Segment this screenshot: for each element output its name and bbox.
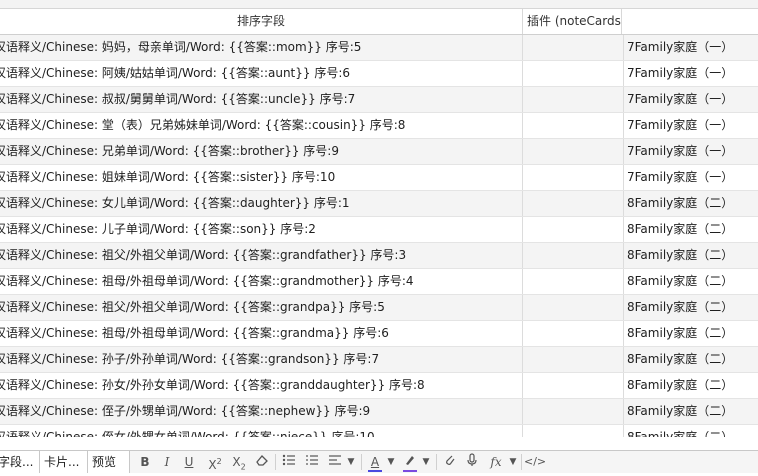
- table-row[interactable]: 汉语释义/Chinese: 祖母/外祖母单词/Word: {{答案::grand…: [0, 269, 758, 295]
- superscript-icon[interactable]: X2: [204, 453, 226, 472]
- deck-cell: 8Family家庭（二）: [627, 196, 734, 210]
- plugin-cell: [522, 295, 624, 320]
- table-row[interactable]: 汉语释义/Chinese: 阿姨/姑姑单词/Word: {{答案::aunt}}…: [0, 61, 758, 87]
- deck-cell: 8Family家庭（二）: [627, 222, 734, 236]
- table-row[interactable]: 汉语释义/Chinese: 堂（表）兄弟姊妹单词/Word: {{答案::cou…: [0, 113, 758, 139]
- sort-field-cell: 汉语释义/Chinese: 祖母/外祖母单词/Word: {{答案::grand…: [0, 326, 389, 340]
- deck-cell: 7Family家庭（一）: [627, 92, 734, 106]
- eraser-icon[interactable]: [252, 453, 272, 471]
- bold-icon[interactable]: B: [136, 453, 154, 471]
- sort-field-cell: 汉语释义/Chinese: 儿子单词/Word: {{答案::son}} 序号:…: [0, 222, 316, 236]
- text-color-icon[interactable]: A: [366, 453, 384, 471]
- sort-field-cell: 汉语释义/Chinese: 阿姨/姑姑单词/Word: {{答案::aunt}}…: [0, 66, 351, 80]
- deck-cell: 7Family家庭（一）: [627, 66, 734, 80]
- deck-cell: 8Family家庭（二）: [627, 300, 734, 314]
- plugin-cell: [522, 113, 624, 138]
- plugin-cell: [522, 165, 624, 190]
- chevron-down-icon[interactable]: ▼: [507, 453, 519, 471]
- code-icon[interactable]: </>: [524, 453, 546, 471]
- table-header: 排序字段 插件 (noteCards): [0, 9, 758, 35]
- editor-bottom-bar: 字段... 卡片... 预览 B I U X2 X2 ▼ A ▼ ▼ fx ▼ …: [0, 450, 758, 473]
- plugin-cell: [522, 35, 624, 60]
- chevron-down-icon[interactable]: ▼: [420, 453, 432, 471]
- plugin-cell: [522, 347, 624, 372]
- sort-field-cell: 汉语释义/Chinese: 堂（表）兄弟姊妹单词/Word: {{答案::cou…: [0, 118, 406, 132]
- deck-cell: 8Family家庭（二）: [627, 326, 734, 340]
- sort-field-cell: 汉语释义/Chinese: 祖母/外祖母单词/Word: {{答案::grand…: [0, 274, 414, 288]
- deck-cell: 8Family家庭（二）: [627, 430, 734, 437]
- table-row[interactable]: 汉语释义/Chinese: 孙女/外孙女单词/Word: {{答案::grand…: [0, 373, 758, 399]
- card-table: 汉语释义/Chinese: 妈妈，母亲单词/Word: {{答案::mom}} …: [0, 35, 758, 437]
- sort-field-cell: 汉语释义/Chinese: 女儿单词/Word: {{答案::daughter}…: [0, 196, 350, 210]
- toolbar-divider: [361, 454, 362, 470]
- table-row[interactable]: 汉语释义/Chinese: 兄弟单词/Word: {{答案::brother}}…: [0, 139, 758, 165]
- plugin-cell: [522, 191, 624, 216]
- deck-cell: 8Family家庭（二）: [627, 378, 734, 392]
- sort-field-cell: 汉语释义/Chinese: 妈妈，母亲单词/Word: {{答案::mom}} …: [0, 40, 362, 54]
- chevron-down-icon[interactable]: ▼: [345, 453, 357, 471]
- column-header-sort-field[interactable]: 排序字段: [0, 9, 522, 34]
- column-header-plugin[interactable]: 插件 (noteCards): [523, 9, 621, 34]
- deck-cell: 8Family家庭（二）: [627, 248, 734, 262]
- table-row[interactable]: 汉语释义/Chinese: 祖父/外祖父单词/Word: {{答案::grand…: [0, 243, 758, 269]
- sort-field-cell: 汉语释义/Chinese: 孙子/外孙单词/Word: {{答案::grands…: [0, 352, 380, 366]
- plugin-cell: [522, 87, 624, 112]
- paperclip-icon[interactable]: [440, 453, 460, 471]
- tab-preview[interactable]: 预览: [88, 451, 130, 473]
- numbered-list-icon[interactable]: [302, 453, 322, 471]
- plugin-cell: [522, 243, 624, 268]
- deck-cell: 7Family家庭（一）: [627, 118, 734, 132]
- plugin-cell: [522, 373, 624, 398]
- deck-cell: 7Family家庭（一）: [627, 40, 734, 54]
- sort-field-cell: 汉语释义/Chinese: 侄子/外甥单词/Word: {{答案::nephew…: [0, 404, 371, 418]
- table-row[interactable]: 汉语释义/Chinese: 侄女/外甥女单词/Word: {{答案::niece…: [0, 425, 758, 437]
- sort-field-cell: 汉语释义/Chinese: 孙女/外孙女单词/Word: {{答案::grand…: [0, 378, 425, 392]
- highlight-icon[interactable]: [401, 453, 419, 471]
- fx-icon[interactable]: fx: [486, 453, 506, 471]
- sort-field-cell: 汉语释义/Chinese: 叔叔/舅舅单词/Word: {{答案::uncle}…: [0, 92, 356, 106]
- chevron-down-icon[interactable]: ▼: [385, 453, 397, 471]
- deck-cell: 8Family家庭（二）: [627, 274, 734, 288]
- tab-cards[interactable]: 卡片...: [40, 451, 88, 473]
- underline-icon[interactable]: U: [180, 453, 198, 471]
- table-row[interactable]: 汉语释义/Chinese: 祖母/外祖母单词/Word: {{答案::grand…: [0, 321, 758, 347]
- table-row[interactable]: 汉语释义/Chinese: 妈妈，母亲单词/Word: {{答案::mom}} …: [0, 35, 758, 61]
- sort-field-cell: 汉语释义/Chinese: 兄弟单词/Word: {{答案::brother}}…: [0, 144, 339, 158]
- plugin-cell: [522, 217, 624, 242]
- table-row[interactable]: 汉语释义/Chinese: 儿子单词/Word: {{答案::son}} 序号:…: [0, 217, 758, 243]
- table-row[interactable]: 汉语释义/Chinese: 女儿单词/Word: {{答案::daughter}…: [0, 191, 758, 217]
- toolbar-divider: [436, 454, 437, 470]
- plugin-cell: [522, 425, 624, 437]
- table-row[interactable]: 汉语释义/Chinese: 姐妹单词/Word: {{答案::sister}} …: [0, 165, 758, 191]
- toolbar-divider: [521, 454, 522, 470]
- top-edge: [0, 0, 758, 9]
- plugin-cell: [522, 61, 624, 86]
- sort-field-cell: 汉语释义/Chinese: 侄女/外甥女单词/Word: {{答案::niece…: [0, 430, 375, 437]
- deck-cell: 8Family家庭（二）: [627, 404, 734, 418]
- column-header-deck[interactable]: [622, 9, 758, 34]
- plugin-cell: [522, 321, 624, 346]
- sort-field-cell: 汉语释义/Chinese: 祖父/外祖父单词/Word: {{答案::grand…: [0, 248, 407, 262]
- align-icon[interactable]: [325, 453, 345, 471]
- sort-field-cell: 汉语释义/Chinese: 祖父/外祖父单词/Word: {{答案::grand…: [0, 300, 385, 314]
- sort-field-cell: 汉语释义/Chinese: 姐妹单词/Word: {{答案::sister}} …: [0, 170, 336, 184]
- bullet-list-icon[interactable]: [279, 453, 299, 471]
- microphone-icon[interactable]: [462, 453, 482, 471]
- table-row[interactable]: 汉语释义/Chinese: 孙子/外孙单词/Word: {{答案::grands…: [0, 347, 758, 373]
- table-row[interactable]: 汉语释义/Chinese: 侄子/外甥单词/Word: {{答案::nephew…: [0, 399, 758, 425]
- italic-icon[interactable]: I: [158, 453, 176, 471]
- tab-fields[interactable]: 字段...: [0, 451, 40, 473]
- subscript-icon[interactable]: X2: [228, 453, 250, 471]
- plugin-cell: [522, 399, 624, 424]
- table-row[interactable]: 汉语释义/Chinese: 祖父/外祖父单词/Word: {{答案::grand…: [0, 295, 758, 321]
- toolbar-divider: [275, 454, 276, 470]
- deck-cell: 7Family家庭（一）: [627, 144, 734, 158]
- deck-cell: 8Family家庭（二）: [627, 352, 734, 366]
- plugin-cell: [522, 269, 624, 294]
- table-row[interactable]: 汉语释义/Chinese: 叔叔/舅舅单词/Word: {{答案::uncle}…: [0, 87, 758, 113]
- plugin-cell: [522, 139, 624, 164]
- deck-cell: 7Family家庭（一）: [627, 170, 734, 184]
